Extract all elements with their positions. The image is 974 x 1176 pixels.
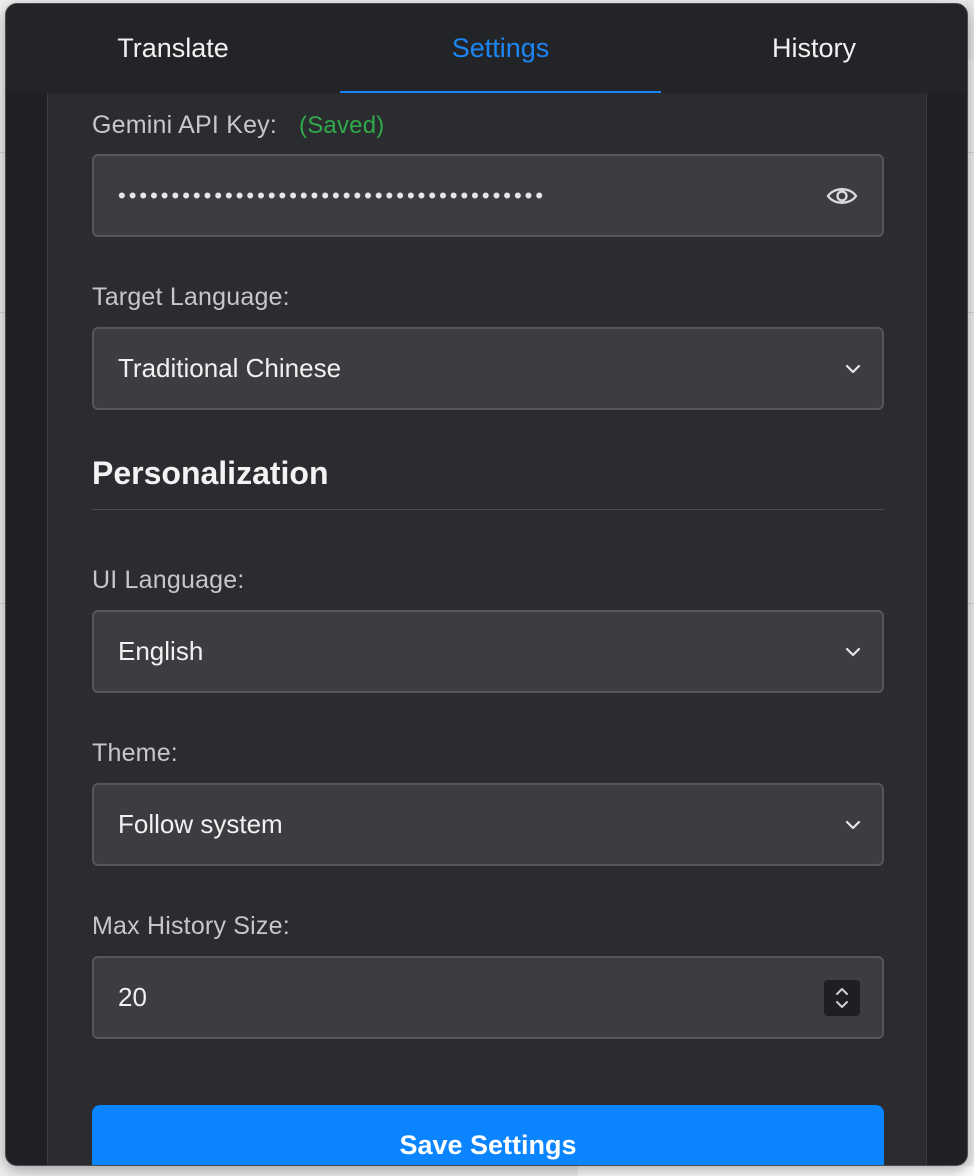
- ui-language-select[interactable]: English: [92, 610, 884, 693]
- theme-value: Follow system: [118, 809, 283, 839]
- target-language-label: Target Language:: [92, 283, 290, 311]
- api-key-masked-value: ••••••••••••••••••••••••••••••••••••••••: [118, 182, 547, 208]
- target-language-value: Traditional Chinese: [118, 353, 342, 383]
- api-key-label-text: Gemini API Key:: [92, 111, 278, 139]
- max-history-label: Max History Size:: [92, 912, 290, 940]
- settings-panel[interactable]: Gemini API Key: (Saved) •••••••••••••••••…: [47, 93, 927, 1165]
- theme-select[interactable]: Follow system: [92, 783, 884, 866]
- chevron-down-icon: [842, 358, 864, 380]
- api-key-input[interactable]: ••••••••••••••••••••••••••••••••••••••••: [92, 154, 884, 237]
- ui-language-label: UI Language:: [92, 566, 245, 594]
- api-key-label: Gemini API Key: (Saved): [92, 111, 384, 140]
- tab-history[interactable]: History: [661, 4, 967, 93]
- target-language-select[interactable]: Traditional Chinese: [92, 327, 884, 410]
- eye-icon[interactable]: [826, 180, 858, 212]
- tab-label: Translate: [117, 33, 229, 63]
- extension-popup: Translate Settings History Gemini API Ke…: [5, 3, 968, 1166]
- save-settings-button[interactable]: Save Settings: [92, 1105, 884, 1165]
- section-divider: [92, 509, 884, 510]
- max-history-value: 20: [118, 982, 147, 1012]
- stepper-icon[interactable]: [824, 979, 860, 1016]
- tab-bar: Translate Settings History: [6, 4, 967, 95]
- tab-label: History: [771, 33, 856, 63]
- theme-label: Theme:: [92, 739, 178, 767]
- tab-translate[interactable]: Translate: [6, 4, 340, 93]
- ui-language-value: English: [118, 636, 204, 666]
- tab-label: Settings: [451, 33, 550, 63]
- saved-status: (Saved): [299, 112, 385, 139]
- max-history-input[interactable]: 20: [92, 956, 884, 1039]
- chevron-down-icon: [842, 641, 864, 663]
- background-strip: [578, 1166, 974, 1176]
- settings-content: Gemini API Key: (Saved) •••••••••••••••••…: [6, 93, 967, 1165]
- chevron-down-icon: [842, 814, 864, 836]
- personalization-heading: Personalization: [92, 455, 329, 491]
- tab-settings[interactable]: Settings: [340, 4, 661, 95]
